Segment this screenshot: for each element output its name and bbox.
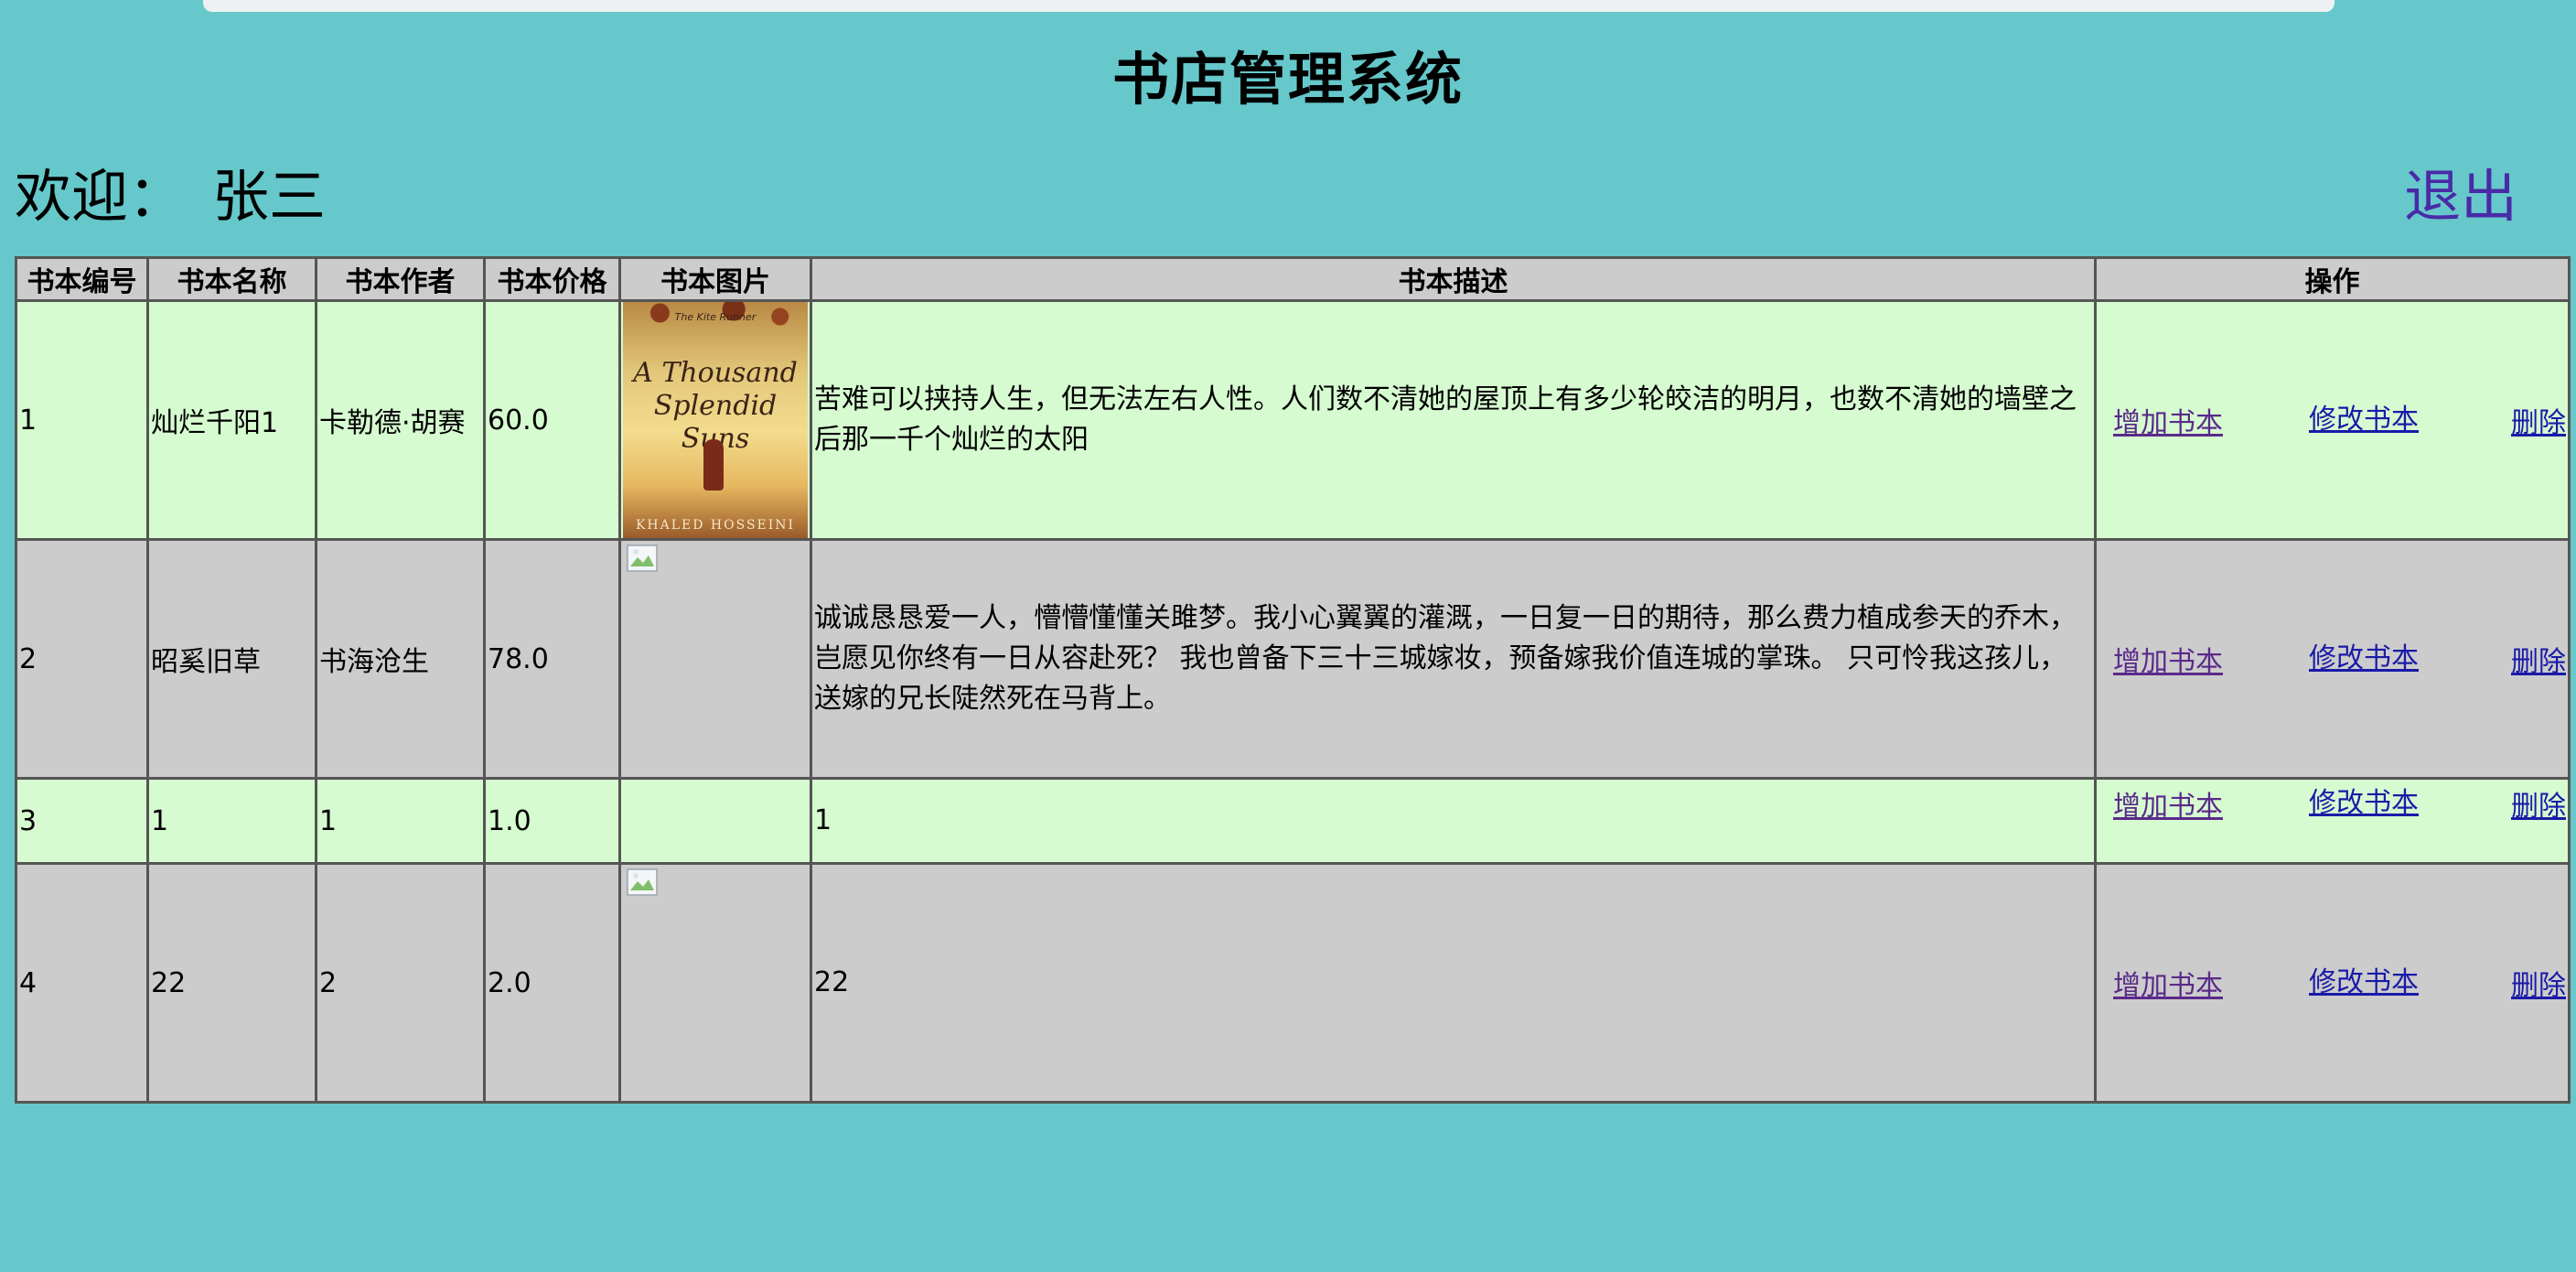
cell-description: 苦难可以挟持人生，但无法左右人性。人们数不清她的屋顶上有多少轮皎洁的明月，也数不…: [810, 299, 2097, 541]
add-book-link[interactable]: 增加书本: [2113, 639, 2309, 679]
col-header-author: 书本作者: [315, 256, 486, 302]
cell-description: 22: [810, 862, 2097, 1104]
cell-image: [618, 538, 812, 780]
page-title: 书店管理系统: [1111, 46, 1464, 113]
broken-image-icon: [627, 868, 658, 896]
col-header-actions: 操作: [2094, 256, 2571, 302]
add-book-link[interactable]: 增加书本: [2113, 963, 2309, 1003]
cell-image: [618, 862, 812, 1104]
cover-author: KHALED HOSSEINI: [635, 518, 796, 533]
cell-description: 诚诚恳恳爱一人，懵懵懂懂关雎梦。我小心翼翼的灌溉，一日复一日的期待，那么费力植成…: [810, 538, 2097, 780]
cell-author: 1: [315, 777, 486, 865]
col-header-description: 书本描述: [810, 256, 2097, 302]
cell-price: 60.0: [483, 299, 621, 541]
delete-book-link[interactable]: 删除: [2511, 639, 2566, 679]
welcome-label: 欢迎：: [15, 163, 186, 230]
cell-image: [618, 777, 812, 865]
cell-actions: 增加书本 修改书本 删除: [2094, 299, 2571, 541]
cell-price: 78.0: [483, 538, 621, 780]
delete-book-link[interactable]: 删除: [2511, 400, 2566, 440]
cell-actions: 增加书本 修改书本 删除: [2094, 538, 2571, 780]
book-cover-image: The Kite Runner A ThousandSplendid Suns …: [623, 302, 808, 538]
cell-author: 卡勒德·胡赛: [315, 299, 486, 541]
cell-author: 2: [315, 862, 486, 1104]
cell-image: The Kite Runner A ThousandSplendid Suns …: [618, 299, 812, 541]
cell-id: 1: [15, 299, 149, 541]
edit-book-link[interactable]: 修改书本: [2309, 400, 2505, 440]
cell-id: 4: [15, 862, 149, 1104]
cell-price: 1.0: [483, 777, 621, 865]
broken-image-icon: [627, 544, 658, 572]
cell-id: 3: [15, 777, 149, 865]
cover-figure: [703, 439, 724, 490]
edit-book-link[interactable]: 修改书本: [2309, 639, 2505, 679]
username: 张三: [212, 163, 327, 230]
table-header-row: 书本编号 书本名称 书本作者 书本价格 书本图片 书本描述 操作: [15, 256, 2571, 302]
edit-book-link[interactable]: 修改书本: [2309, 783, 2505, 824]
books-table: 书本编号 书本名称 书本作者 书本价格 书本图片 书本描述 操作 1 灿烂千阳1…: [15, 256, 2571, 1104]
col-header-price: 书本价格: [483, 256, 621, 302]
cell-name: 灿烂千阳1: [146, 299, 317, 541]
table-row: 2 昭奚旧草 书海沧生 78.0 诚诚恳恳爱一人，懵懵懂懂关雎梦。我小心翼翼的灌…: [15, 538, 2571, 780]
cell-actions: 增加书本 修改书本 删除: [2094, 777, 2571, 865]
table-row: 1 灿烂千阳1 卡勒德·胡赛 60.0 The Kite Runner A Th…: [15, 299, 2571, 541]
edit-book-link[interactable]: 修改书本: [2309, 963, 2505, 1003]
add-book-link[interactable]: 增加书本: [2113, 400, 2309, 440]
table-row: 4 22 2 2.0 22 增加书本 修改书本 删除: [15, 862, 2571, 1104]
delete-book-link[interactable]: 删除: [2511, 783, 2566, 824]
table-row: 3 1 1 1.0 1 增加书本 修改书本 删除: [15, 777, 2571, 865]
cell-price: 2.0: [483, 862, 621, 1104]
cell-description: 1: [810, 777, 2097, 865]
cell-id: 2: [15, 538, 149, 780]
welcome-text: 欢迎： 张三: [15, 150, 326, 232]
cell-name: 昭奚旧草: [146, 538, 317, 780]
col-header-image: 书本图片: [618, 256, 812, 302]
browser-top-edge: [203, 0, 2334, 12]
cell-author: 书海沧生: [315, 538, 486, 780]
cell-actions: 增加书本 修改书本 删除: [2094, 862, 2571, 1104]
cell-name: 22: [146, 862, 317, 1104]
cover-tagline: The Kite Runner: [674, 311, 757, 323]
col-header-name: 书本名称: [146, 256, 317, 302]
col-header-id: 书本编号: [15, 256, 149, 302]
cell-name: 1: [146, 777, 317, 865]
logout-link[interactable]: 退出: [2404, 150, 2517, 232]
add-book-link[interactable]: 增加书本: [2113, 783, 2309, 824]
delete-book-link[interactable]: 删除: [2511, 963, 2566, 1003]
cover-title-line1: A Thousand: [633, 357, 798, 389]
